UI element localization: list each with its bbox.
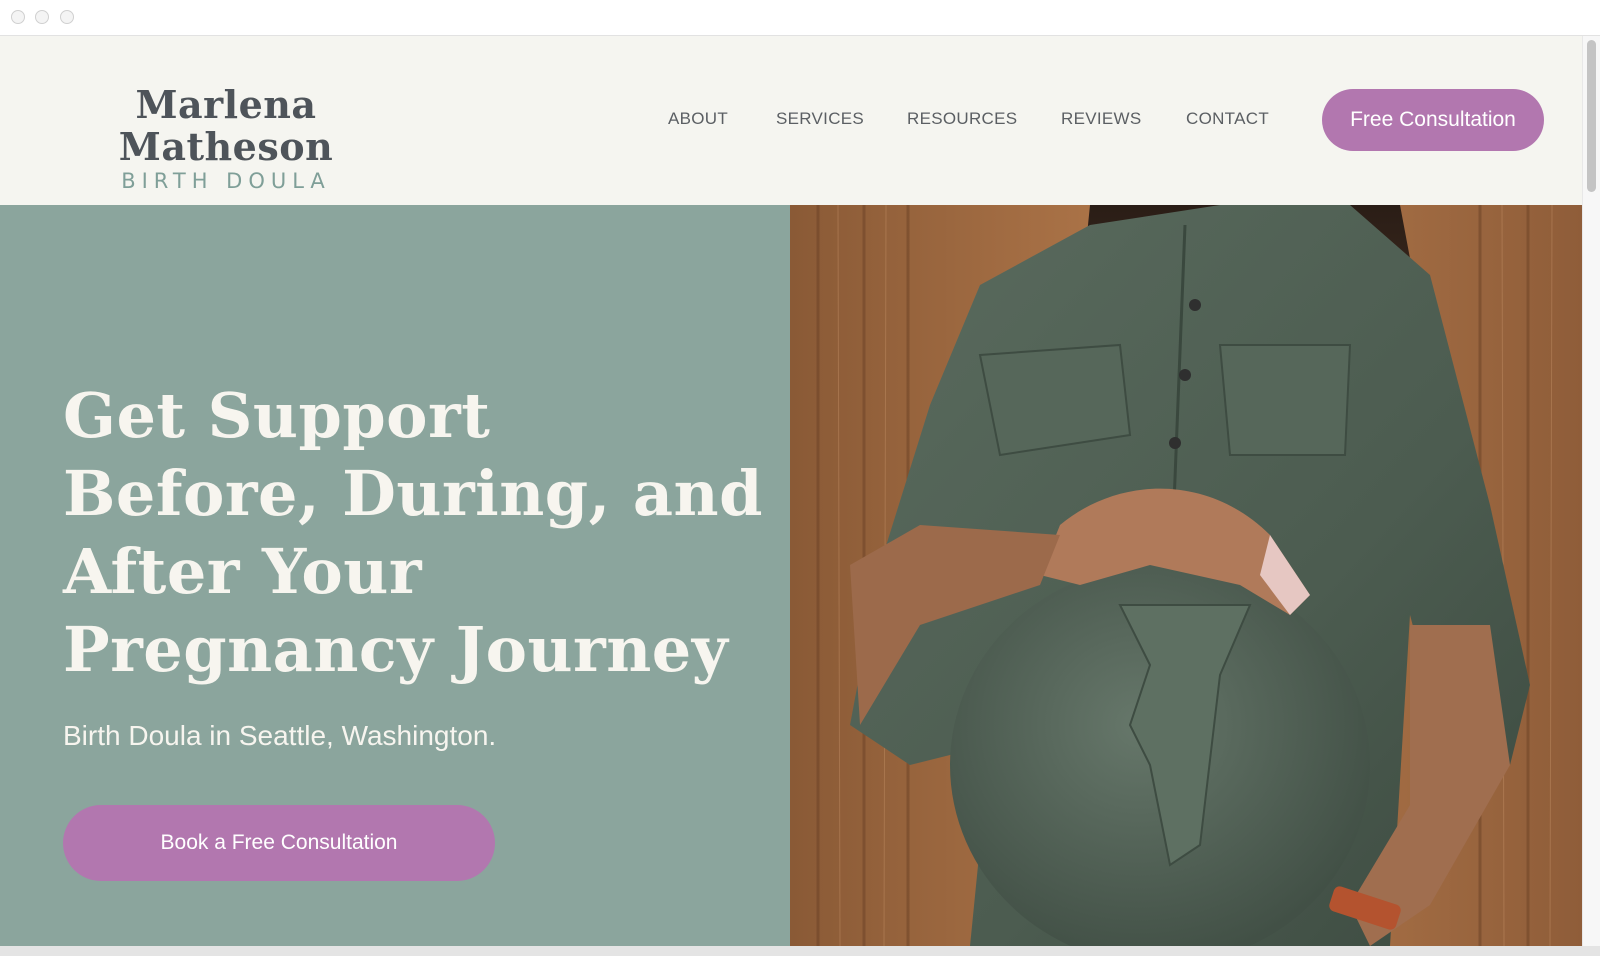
nav-services[interactable]: SERVICES bbox=[776, 109, 864, 129]
nav-contact[interactable]: CONTACT bbox=[1186, 109, 1269, 129]
hero-text-panel: Get Support Before, During, and After Yo… bbox=[0, 205, 790, 946]
hero-title: Get Support Before, During, and After Yo… bbox=[63, 379, 763, 686]
logo-name: Marlena Matheson bbox=[118, 82, 334, 169]
window-zoom-icon[interactable] bbox=[60, 10, 74, 24]
window-titlebar bbox=[0, 0, 1600, 36]
site-logo[interactable]: Marlena Matheson BIRTH DOULA bbox=[36, 82, 416, 194]
pregnant-woman-photo-icon bbox=[790, 205, 1582, 946]
hero-section: Get Support Before, During, and After Yo… bbox=[0, 205, 1582, 946]
nav-reviews[interactable]: REVIEWS bbox=[1061, 109, 1142, 129]
site-header: Marlena Matheson BIRTH DOULA ABOUT SERVI… bbox=[0, 36, 1582, 205]
scrollbar-thumb[interactable] bbox=[1587, 40, 1596, 192]
hero-subtitle: Birth Doula in Seattle, Washington. bbox=[63, 720, 497, 751]
page-viewport: Marlena Matheson BIRTH DOULA ABOUT SERVI… bbox=[0, 36, 1582, 946]
free-consultation-button[interactable]: Free Consultation bbox=[1322, 89, 1544, 151]
book-consultation-button[interactable]: Book a Free Consultation bbox=[63, 805, 495, 881]
nav-resources[interactable]: RESOURCES bbox=[907, 109, 1017, 129]
window-bottom-edge bbox=[0, 946, 1600, 956]
window-minimize-icon[interactable] bbox=[35, 10, 49, 24]
vertical-scrollbar[interactable] bbox=[1582, 36, 1600, 946]
window-close-icon[interactable] bbox=[11, 10, 25, 24]
logo-subtitle: BIRTH DOULA bbox=[121, 169, 331, 193]
nav-about[interactable]: ABOUT bbox=[668, 109, 728, 129]
